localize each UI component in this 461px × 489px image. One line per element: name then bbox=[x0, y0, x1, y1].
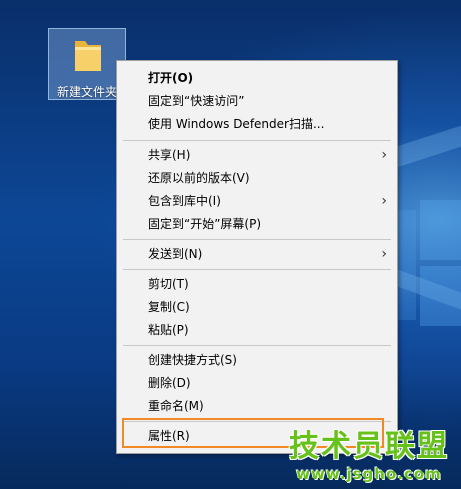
menu-item-label: 包含到库中(I) bbox=[148, 194, 221, 208]
menu-item-label: 发送到(N) bbox=[148, 247, 203, 261]
menu-item-pin-start[interactable]: 固定到“开始”屏幕(P) bbox=[117, 213, 397, 235]
folder-icon bbox=[75, 41, 101, 71]
menu-item-copy[interactable]: 复制(C) bbox=[117, 296, 397, 318]
menu-item-label: 创建快捷方式(S) bbox=[148, 353, 237, 367]
watermark-title: 技术员联盟 bbox=[289, 429, 449, 464]
menu-item-create-shortcut[interactable]: 创建快捷方式(S) bbox=[117, 349, 397, 371]
menu-item-delete[interactable]: 删除(D) bbox=[117, 372, 397, 394]
menu-item-label: 共享(H) bbox=[148, 148, 191, 162]
menu-item-label: 打开(O) bbox=[148, 71, 194, 85]
context-menu: 打开(O) 固定到“快速访问” 使用 Windows Defender扫描...… bbox=[116, 60, 398, 454]
submenu-arrow-icon: › bbox=[381, 193, 387, 209]
submenu-arrow-icon: › bbox=[381, 147, 387, 163]
menu-item-label: 复制(C) bbox=[148, 300, 190, 314]
menu-separator bbox=[123, 269, 391, 270]
menu-item-paste[interactable]: 粘贴(P) bbox=[117, 319, 397, 341]
menu-item-cut[interactable]: 剪切(T) bbox=[117, 273, 397, 295]
menu-item-label: 还原以前的版本(V) bbox=[148, 171, 250, 185]
watermark-url: www.jsgho.com bbox=[296, 465, 442, 483]
menu-item-send-to[interactable]: 发送到(N) › bbox=[117, 243, 397, 265]
desktop-folder-icon[interactable]: 新建文件夹 bbox=[48, 28, 126, 100]
menu-item-label: 固定到“快速访问” bbox=[148, 94, 245, 108]
folder-name-label: 新建文件夹 bbox=[57, 85, 118, 99]
menu-item-restore-versions[interactable]: 还原以前的版本(V) bbox=[117, 167, 397, 189]
menu-item-rename[interactable]: 重命名(M) bbox=[117, 395, 397, 417]
watermark: 技术员联盟 www.jsgho.com bbox=[289, 421, 449, 483]
wallpaper-window-pane bbox=[420, 200, 461, 260]
menu-item-label: 重命名(M) bbox=[148, 399, 204, 413]
wallpaper-window-pane bbox=[420, 266, 461, 326]
menu-item-defender-scan[interactable]: 使用 Windows Defender扫描... bbox=[117, 113, 397, 135]
wallpaper-window-pane bbox=[396, 210, 416, 320]
menu-item-label: 删除(D) bbox=[148, 376, 191, 390]
menu-item-label: 剪切(T) bbox=[148, 277, 189, 291]
menu-separator bbox=[123, 345, 391, 346]
menu-separator bbox=[123, 239, 391, 240]
menu-item-label: 固定到“开始”屏幕(P) bbox=[148, 217, 262, 231]
menu-separator bbox=[123, 140, 391, 141]
menu-item-label: 使用 Windows Defender扫描... bbox=[148, 117, 325, 131]
menu-item-open[interactable]: 打开(O) bbox=[117, 67, 397, 89]
menu-item-pin-quick-access[interactable]: 固定到“快速访问” bbox=[117, 90, 397, 112]
submenu-arrow-icon: › bbox=[381, 246, 387, 262]
menu-item-include-library[interactable]: 包含到库中(I) › bbox=[117, 190, 397, 212]
menu-item-share[interactable]: 共享(H) › bbox=[117, 144, 397, 166]
menu-item-label: 粘贴(P) bbox=[148, 323, 189, 337]
